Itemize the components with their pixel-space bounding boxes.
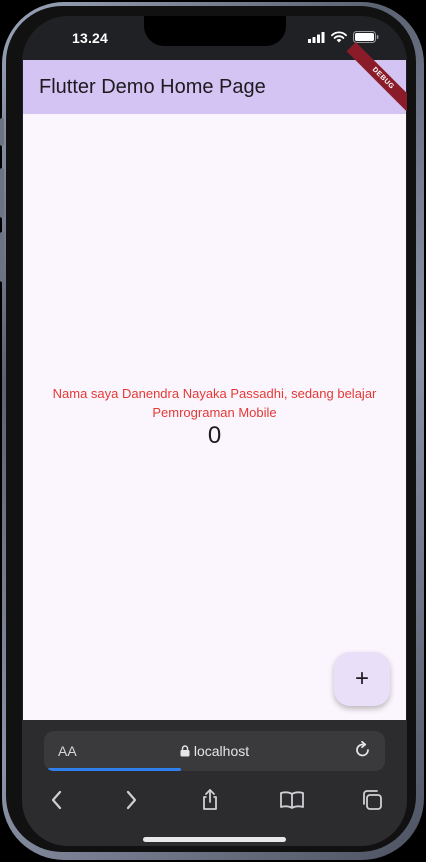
bookmarks-icon: [280, 791, 304, 809]
battery-icon: [353, 31, 379, 43]
share-icon: [203, 789, 217, 810]
tabs-button[interactable]: [357, 786, 387, 814]
cellular-signal-icon: [308, 31, 325, 43]
phone-screen: 13.24 Flutter Demo Home Page DEBUG Nama …: [22, 16, 407, 846]
url-display[interactable]: localhost: [44, 743, 385, 759]
browser-chrome: AA localhost: [22, 720, 407, 846]
back-icon: [51, 790, 62, 810]
reload-icon[interactable]: [353, 740, 373, 760]
intro-message: Nama saya Danendra Nayaka Passadhi, seda…: [52, 386, 377, 420]
volume-up-button: [0, 168, 4, 218]
volume-down-button: [0, 232, 4, 282]
mute-switch: [0, 118, 4, 146]
plus-icon: +: [354, 665, 369, 692]
wifi-icon: [331, 31, 347, 43]
browser-toolbar: [22, 782, 407, 818]
app-bar: Flutter Demo Home Page DEBUG: [23, 42, 407, 115]
home-indicator: [143, 837, 286, 842]
page-title: Flutter Demo Home Page: [39, 76, 266, 98]
lock-icon: [180, 745, 190, 757]
address-bar[interactable]: AA localhost: [44, 731, 385, 771]
back-button[interactable]: [42, 786, 72, 814]
bookmarks-button[interactable]: [277, 786, 307, 814]
status-time: 13.24: [72, 30, 109, 46]
tabs-icon: [363, 790, 382, 810]
status-icons: [308, 31, 379, 43]
forward-icon: [126, 790, 137, 810]
flutter-app: Flutter Demo Home Page DEBUG Nama saya D…: [23, 42, 407, 720]
increment-button[interactable]: +: [334, 652, 390, 706]
counter-value: 0: [207, 422, 222, 449]
notch: [144, 16, 286, 46]
url-text: localhost: [193, 743, 250, 759]
forward-button[interactable]: [116, 786, 146, 814]
share-button[interactable]: [195, 786, 225, 814]
page-load-progress: [48, 768, 181, 771]
